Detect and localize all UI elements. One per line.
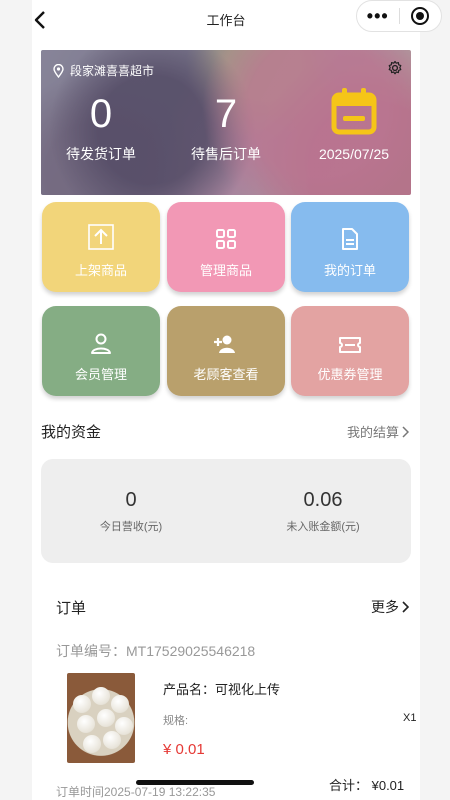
ticket-icon bbox=[339, 337, 361, 353]
tile-my-orders[interactable]: 我的订单 bbox=[291, 202, 409, 292]
settings-gear-icon[interactable] bbox=[387, 60, 403, 81]
today-revenue-label: 今日营收(元) bbox=[99, 521, 163, 533]
funds-title: 我的资金 bbox=[41, 424, 102, 441]
left-background bbox=[0, 0, 32, 800]
navigation-bar: 工作台 ••• bbox=[32, 0, 442, 38]
home-indicator bbox=[136, 780, 254, 785]
chevron-right-icon bbox=[402, 601, 409, 613]
today-revenue: 0 今日营收(元) bbox=[71, 489, 191, 534]
order-total: 合计： ¥0.01 bbox=[329, 778, 405, 793]
screen: 工作台 ••• 段家滩喜喜超市 0 待发货订单 7 待售后订单 2025/07/… bbox=[0, 0, 450, 800]
tile-regular-customers[interactable]: 老顾客查看 bbox=[167, 306, 285, 396]
product-quantity: X1 bbox=[403, 712, 417, 724]
unsettled-amount: 0.06 未入账金额(元) bbox=[263, 489, 383, 534]
tile-member-management[interactable]: 会员管理 bbox=[42, 306, 160, 396]
current-date: 2025/07/25 bbox=[318, 146, 390, 162]
orders-more-label: 更多 bbox=[371, 599, 399, 615]
add-user-icon bbox=[214, 335, 235, 353]
my-settlement-label: 我的结算 bbox=[347, 425, 400, 440]
after-sales-stat[interactable]: 7 待售后订单 bbox=[181, 92, 271, 164]
product-spec: 规格: bbox=[163, 715, 189, 727]
right-background bbox=[418, 0, 450, 800]
after-sales-label: 待售后订单 bbox=[191, 146, 261, 162]
grid-icon bbox=[216, 229, 236, 249]
tile-list-product[interactable]: 上架商品 bbox=[42, 202, 160, 292]
tile-label: 会员管理 bbox=[74, 367, 127, 382]
product-thumbnail[interactable] bbox=[67, 673, 135, 763]
store-banner: 段家滩喜喜超市 0 待发货订单 7 待售后订单 2025/07/25 bbox=[41, 50, 411, 195]
funds-card: 0 今日营收(元) 0.06 未入账金额(元) bbox=[41, 459, 411, 563]
tile-label: 我的订单 bbox=[323, 263, 376, 278]
app-container: 工作台 ••• 段家滩喜喜超市 0 待发货订单 7 待售后订单 2025/07/… bbox=[32, 0, 442, 800]
order-time: 订单时间2025-07-19 13:22:35 bbox=[56, 785, 216, 799]
calendar-icon bbox=[299, 86, 409, 138]
tile-label: 老顾客查看 bbox=[193, 367, 259, 382]
store-name: 段家滩喜喜超市 bbox=[70, 64, 155, 78]
today-revenue-value: 0 bbox=[125, 489, 137, 511]
product-name: 产品名：可视化上传 bbox=[163, 682, 281, 697]
tile-manage-products[interactable]: 管理商品 bbox=[167, 202, 285, 292]
mini-program-capsule: ••• bbox=[356, 0, 442, 32]
pending-shipment-count: 0 bbox=[89, 92, 113, 136]
store-location[interactable]: 段家滩喜喜超市 bbox=[53, 62, 154, 79]
my-settlement-link[interactable]: 我的结算 bbox=[347, 422, 410, 441]
user-icon bbox=[91, 333, 111, 354]
order-number: 订单编号：MT17529025546218 bbox=[56, 643, 256, 659]
upload-icon bbox=[88, 224, 114, 250]
tile-label: 优惠券管理 bbox=[317, 367, 383, 382]
after-sales-count: 7 bbox=[214, 92, 238, 136]
close-target-icon[interactable] bbox=[399, 6, 441, 26]
location-pin-icon bbox=[53, 63, 64, 78]
chevron-right-icon bbox=[402, 425, 410, 438]
document-icon bbox=[342, 228, 358, 250]
orders-more-link[interactable]: 更多 bbox=[371, 597, 409, 617]
tile-label: 上架商品 bbox=[74, 263, 127, 278]
pending-shipment-label: 待发货订单 bbox=[66, 146, 136, 162]
date-widget: 2025/07/25 bbox=[299, 86, 409, 162]
tile-label: 管理商品 bbox=[199, 263, 252, 278]
product-price: ¥ 0.01 bbox=[163, 741, 205, 758]
tile-coupon-management[interactable]: 优惠券管理 bbox=[291, 306, 409, 396]
more-dots-icon[interactable]: ••• bbox=[357, 2, 399, 30]
pending-shipment-stat[interactable]: 0 待发货订单 bbox=[61, 92, 141, 164]
orders-title: 订单 bbox=[56, 600, 87, 617]
unsettled-amount-value: 0.06 bbox=[303, 489, 343, 511]
unsettled-amount-label: 未入账金额(元) bbox=[286, 521, 360, 533]
